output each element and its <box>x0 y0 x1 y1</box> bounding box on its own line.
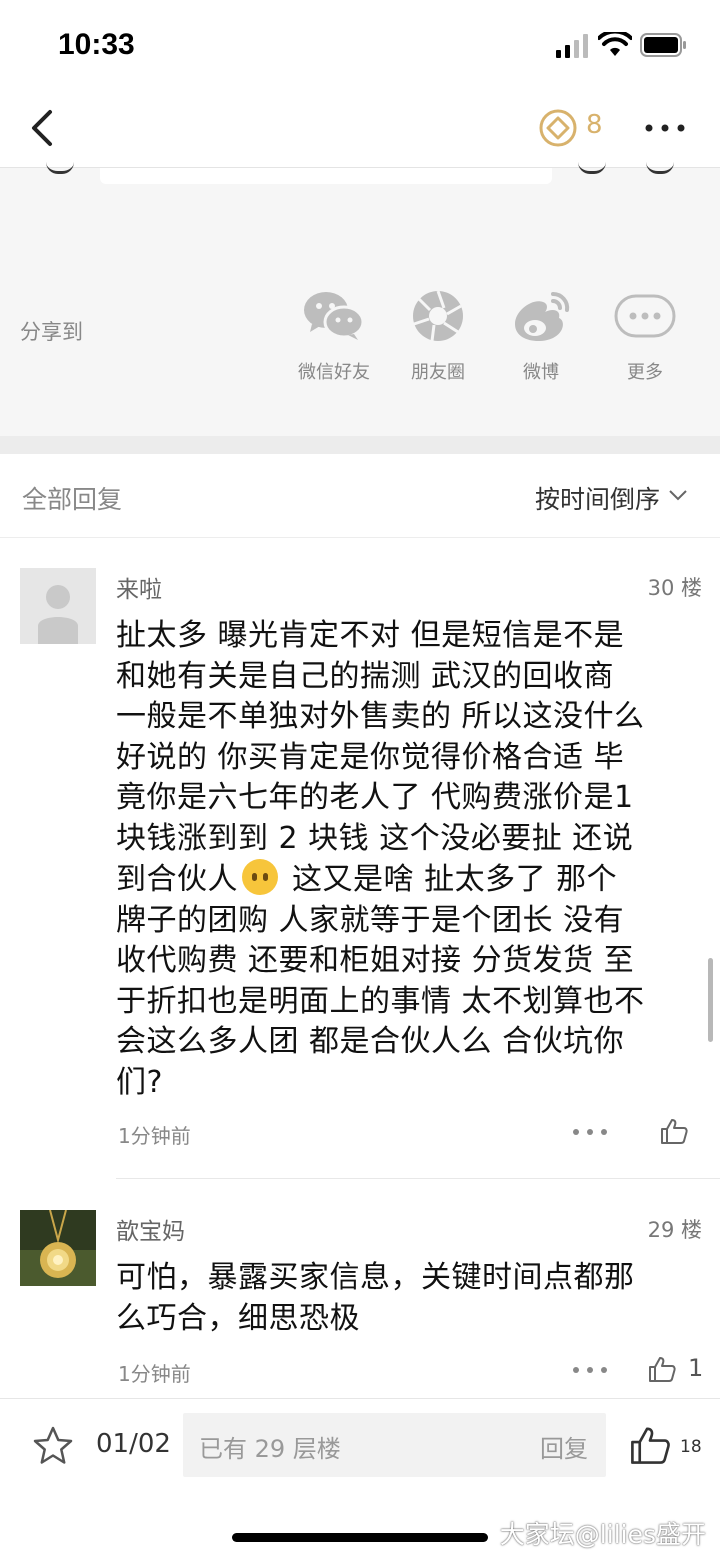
share-more-label: 更多 <box>627 362 663 383</box>
nav-bar: 8 <box>0 90 720 168</box>
reply-button[interactable]: 回复 <box>540 1429 588 1464</box>
share-weibo-button[interactable]: 微博 <box>493 288 589 384</box>
floor-number: 29 楼 <box>647 1218 702 1242</box>
thumbs-up-icon[interactable] <box>628 1423 672 1467</box>
sort-order-button[interactable]: 按时间倒序 <box>535 480 660 516</box>
cut-off-icon <box>46 162 74 174</box>
home-indicator[interactable] <box>232 1533 488 1542</box>
comment-text: 扯太多 曝光肯定不对 但是短信是不是 和她有关是自己的揣测 武汉的回收商 一般是… <box>116 618 645 1100</box>
like-count: 1 <box>688 1354 704 1382</box>
comment-more-icon[interactable] <box>572 1366 608 1374</box>
post-like-count: 18 <box>680 1437 702 1457</box>
comment-author[interactable]: 歆宝妈 <box>116 1212 185 1246</box>
share-section: 分享到 微信好友 朋友圈 微博 更多 <box>0 168 720 436</box>
scrollbar[interactable] <box>708 958 713 1042</box>
moments-icon <box>413 290 463 342</box>
upside-down-face-emoji <box>242 859 278 895</box>
wifi-icon <box>598 32 632 56</box>
comment-divider <box>116 1178 720 1179</box>
share-moments-label: 朋友圈 <box>411 362 465 383</box>
wechat-icon <box>304 292 365 340</box>
replies-header: 全部回复 按时间倒序 <box>0 454 720 538</box>
floor-number: 30 楼 <box>647 576 702 600</box>
cut-off-icon <box>578 162 606 174</box>
avatar[interactable] <box>20 1210 96 1286</box>
more-icon <box>614 294 676 338</box>
avatar[interactable] <box>20 568 96 644</box>
share-moments-button[interactable]: 朋友圈 <box>390 288 486 384</box>
coin-count[interactable]: 8 <box>586 110 603 140</box>
status-time: 10:33 <box>58 28 135 61</box>
reply-input[interactable]: 已有 29 层楼 回复 <box>183 1413 606 1477</box>
comment-more-icon[interactable] <box>572 1128 608 1136</box>
comment-author[interactable]: 来啦 <box>116 570 162 604</box>
comment-time: 1分钟前 <box>118 1362 191 1386</box>
all-replies-title: 全部回复 <box>22 485 123 514</box>
bottom-bar: 01/02 已有 29 层楼 回复 18 大家坛@lilies盛开 <box>0 1398 720 1558</box>
thumbs-up-icon[interactable] <box>659 1116 689 1146</box>
back-arrow-icon[interactable] <box>26 108 56 148</box>
comment-time: 1分钟前 <box>118 1124 191 1148</box>
chevron-down-icon[interactable] <box>668 488 688 502</box>
share-wechat-button[interactable]: 微信好友 <box>286 288 382 384</box>
share-label: 分享到 <box>20 320 83 344</box>
share-weibo-label: 微博 <box>523 362 559 383</box>
cut-off-card <box>100 168 552 184</box>
status-bar: 10:33 <box>0 0 720 90</box>
share-wechat-label: 微信好友 <box>298 362 370 383</box>
thumbs-up-icon[interactable] <box>647 1354 677 1384</box>
watermark: 大家坛@lilies盛开 <box>499 1520 706 1549</box>
page-indicator[interactable]: 01/02 <box>96 1429 171 1459</box>
comment-text: 可怕，暴露买家信息，关键时间点都那 么巧合，细思恐极 <box>116 1260 635 1336</box>
reply-input-placeholder: 已有 29 层楼 <box>199 1435 341 1463</box>
star-icon[interactable] <box>32 1425 74 1467</box>
battery-icon <box>640 33 686 57</box>
share-more-button[interactable]: 更多 <box>597 288 693 384</box>
section-divider <box>0 436 720 454</box>
coin-icon[interactable] <box>538 108 578 148</box>
cellular-signal-icon <box>556 34 588 58</box>
cut-off-icon <box>646 162 674 174</box>
weibo-icon <box>515 291 570 342</box>
more-options-icon[interactable] <box>644 122 686 134</box>
